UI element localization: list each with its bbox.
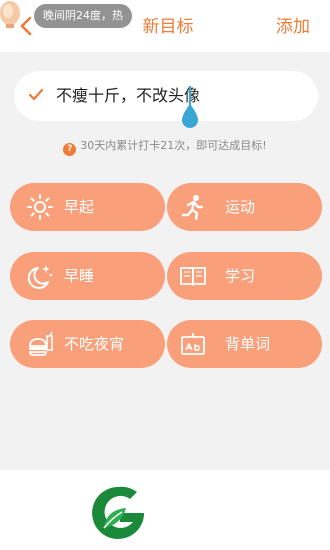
word-board-icon: [181, 333, 205, 355]
app-screen: 晚间阴24度，热 新目标 添加 不瘦十斤，不改头像 ? 30天内累计打卡21次，即…: [0, 0, 330, 470]
habit-label: 运动: [225, 198, 256, 216]
habit-study[interactable]: 学习: [167, 252, 322, 300]
cursor-handle-icon[interactable]: [180, 104, 200, 130]
add-button[interactable]: 添加: [276, 16, 310, 38]
habit-early-rise[interactable]: 早起: [10, 183, 165, 231]
sun-icon: [27, 194, 53, 220]
hint-text: 30天内累计打卡21次，即可达成目标!: [80, 139, 267, 152]
moon-stars-icon: [27, 265, 53, 289]
hint-row: ? 30天内累计打卡21次，即可达成目标!: [0, 138, 330, 156]
habit-label: 背单词: [225, 335, 271, 353]
footer-area: [0, 470, 330, 550]
weather-toast: 晚间阴24度，热: [34, 4, 132, 28]
habit-label: 学习: [225, 267, 256, 285]
goal-text: 不瘦十斤，不改头像: [56, 86, 201, 105]
book-icon: [180, 267, 206, 286]
question-icon: ?: [63, 143, 77, 156]
running-icon: [181, 195, 204, 221]
habit-label: 早睡: [64, 267, 95, 285]
burger-drink-icon: [29, 331, 53, 356]
habit-label: 早起: [64, 198, 95, 216]
app-logo-icon: [92, 486, 144, 539]
header-bar: 晚间阴24度，热 新目标 添加: [0, 0, 330, 52]
habit-early-sleep[interactable]: 早睡: [10, 252, 165, 300]
habit-no-late-snack[interactable]: 不吃夜宵: [10, 320, 165, 368]
habit-memorize-words[interactable]: 背单词: [167, 320, 322, 368]
check-icon: [28, 88, 44, 101]
habit-label: 不吃夜宵: [64, 335, 125, 353]
page-title: 新目标: [142, 17, 194, 37]
habit-exercise[interactable]: 运动: [167, 183, 322, 231]
goal-input[interactable]: 不瘦十斤，不改头像: [14, 71, 318, 121]
text-cursor: [189, 86, 191, 106]
